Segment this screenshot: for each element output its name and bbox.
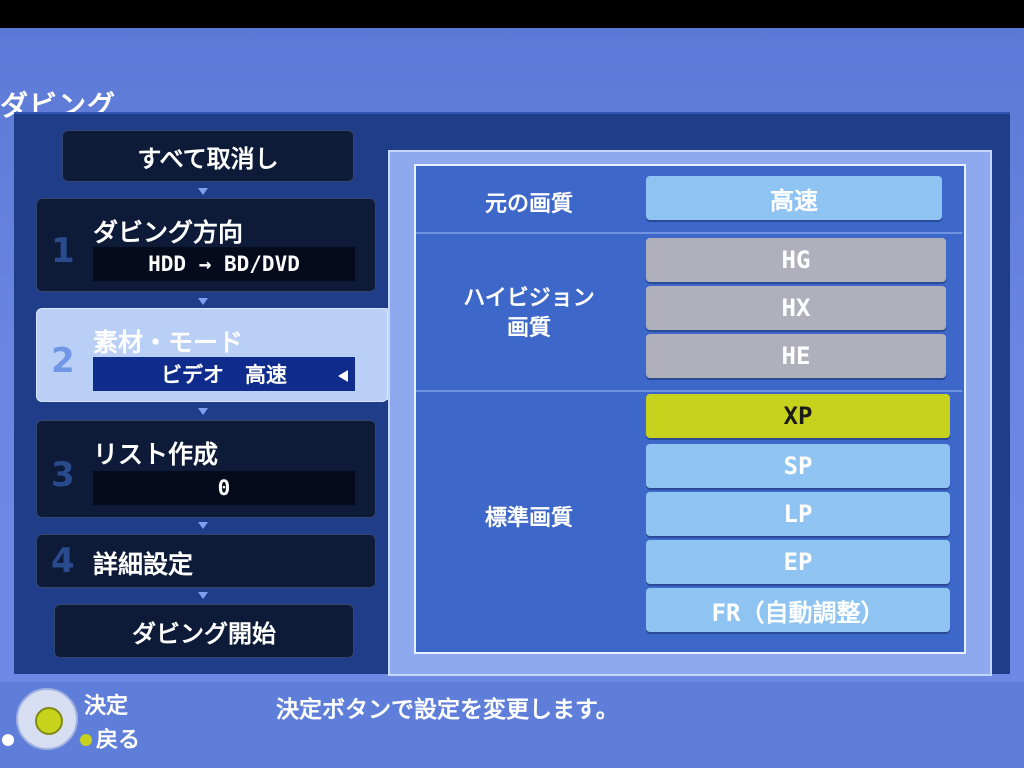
back-hint: 戻る [96, 728, 141, 753]
cancel-all-button[interactable]: すべて取消し [62, 130, 354, 182]
quality-option-label: FR（自動調整） [711, 598, 885, 627]
section-divider [416, 390, 962, 392]
step-value: 0 [93, 471, 355, 505]
start-dubbing-label: ダビング開始 [132, 619, 276, 648]
step-label: リスト作成 [93, 440, 219, 469]
step-label: ダビング方向 [93, 218, 244, 247]
original-quality-text: 高速 [770, 186, 818, 215]
green-dot-icon [80, 734, 92, 746]
step-source-mode[interactable]: 2 素材・モード ビデオ 高速 [36, 308, 388, 402]
section-divider [416, 232, 962, 234]
standard-quality-label: 標準画質 [484, 506, 573, 531]
arrow-down-icon [198, 188, 208, 195]
step-label: 詳細設定 [93, 550, 194, 579]
original-quality-value: 高速 [646, 176, 942, 220]
step-dubbing-direction[interactable]: 1 ダビング方向 HDD → BD/DVD [36, 198, 376, 292]
quality-option-label: SP [783, 452, 813, 480]
help-message: 決定ボタンで設定を変更します。 [276, 697, 619, 723]
quality-option-sp[interactable]: SP [646, 444, 950, 488]
step-value: ビデオ 高速 [93, 357, 355, 391]
quality-option-label: XP [783, 402, 813, 430]
quality-option-hx[interactable]: HX [646, 286, 946, 330]
step-number: 1 [51, 231, 75, 271]
arrow-down-icon [198, 408, 208, 415]
arrow-down-icon [198, 592, 208, 599]
quality-option-label: HX [781, 294, 811, 322]
quality-option-label: HG [781, 246, 811, 274]
quality-option-lp[interactable]: LP [646, 492, 950, 536]
quality-option-he[interactable]: HE [646, 334, 946, 378]
cancel-all-label: すべて取消し [137, 144, 279, 173]
step-number: 4 [51, 541, 75, 581]
quality-option-fr[interactable]: FR（自動調整） [646, 588, 950, 632]
quality-option-xp[interactable]: XP [646, 394, 950, 438]
step-value: HDD → BD/DVD [93, 247, 355, 281]
hivision-quality-label: ハイビジョン 画質 [463, 286, 595, 341]
white-dot-icon [2, 734, 14, 746]
quality-option-ep[interactable]: EP [646, 540, 950, 584]
step-number: 3 [51, 455, 75, 495]
quality-option-label: EP [783, 548, 813, 576]
decide-hint: 決定 [84, 694, 129, 719]
step-label: 素材・モード [93, 328, 244, 357]
quality-option-label: HE [781, 342, 811, 370]
quality-option-hg[interactable]: HG [646, 238, 946, 282]
arrow-down-icon [198, 298, 208, 305]
start-dubbing-button[interactable]: ダビング開始 [54, 604, 354, 658]
original-quality-label: 元の画質 [484, 192, 573, 217]
arrow-down-icon [198, 522, 208, 529]
step-list-creation[interactable]: 3 リスト作成 0 [36, 420, 376, 518]
pointer-left-icon [338, 370, 348, 382]
enter-button-icon [35, 707, 63, 735]
dpad-icon [16, 688, 78, 750]
step-detail-settings[interactable]: 4 詳細設定 [36, 534, 376, 588]
quality-option-label: LP [783, 500, 813, 528]
step-number: 2 [51, 341, 75, 381]
